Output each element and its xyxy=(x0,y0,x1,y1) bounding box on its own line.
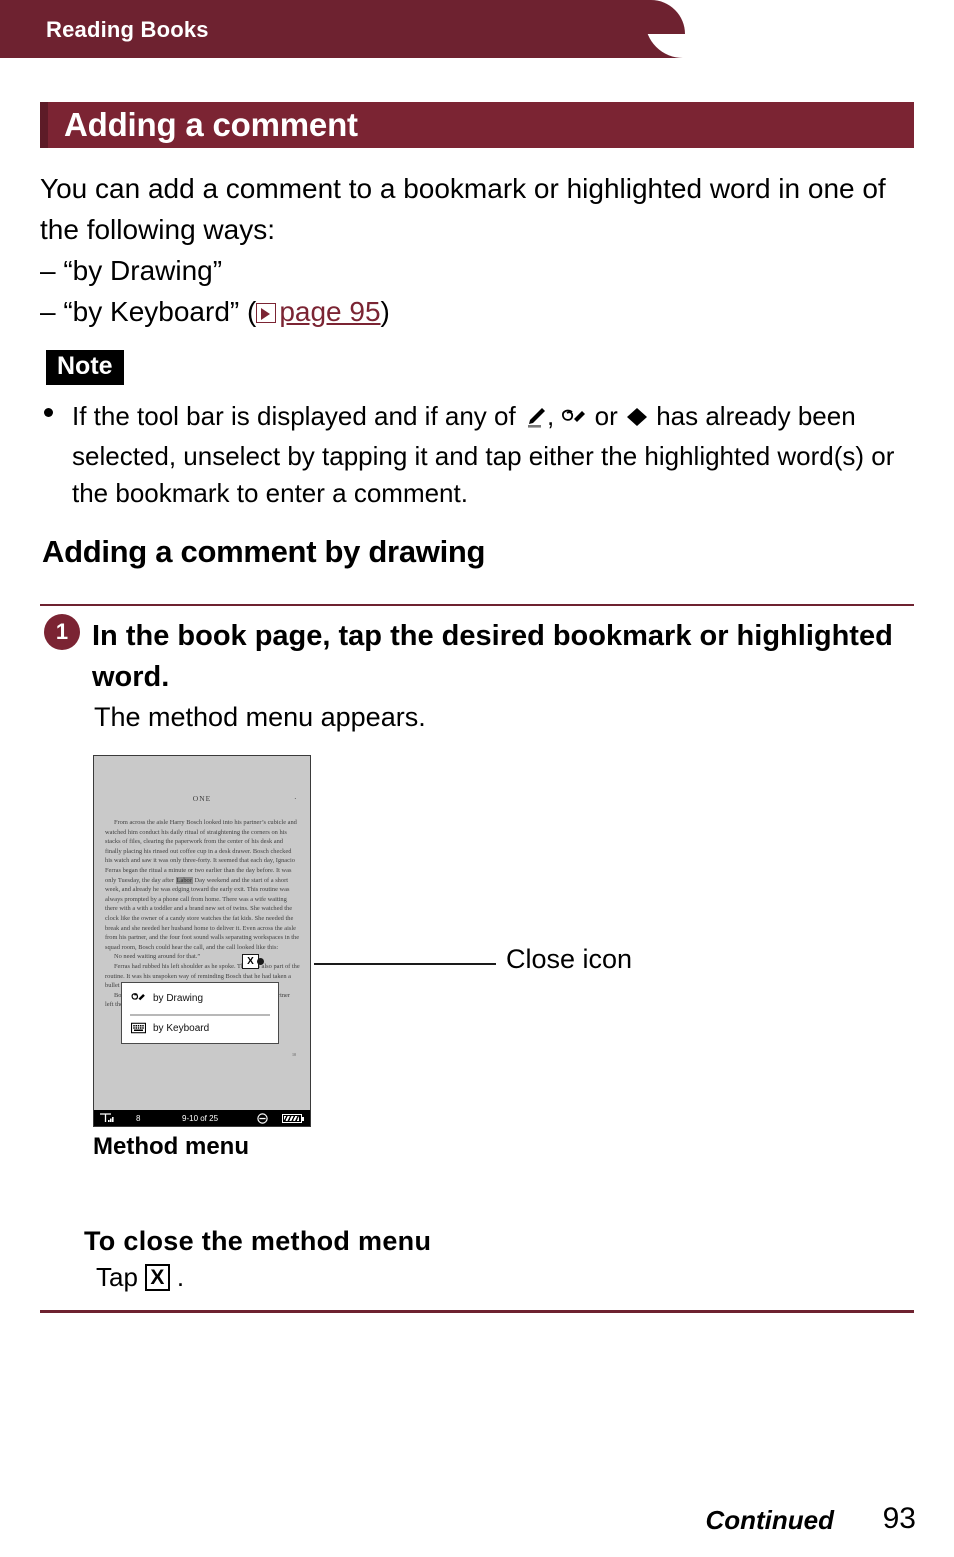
chapter-label: Reading Books xyxy=(46,17,209,42)
device-status-bar: 8 9-10 of 25 xyxy=(94,1110,310,1126)
step-number-badge: 1 xyxy=(44,614,80,650)
note-bullet-icon xyxy=(44,408,53,417)
note-icon-sep-1: , xyxy=(546,401,562,431)
method-menu-item-by-keyboard-label: by Keyboard xyxy=(153,1022,210,1034)
note-text-before-icons: If the tool bar is displayed and if any … xyxy=(72,401,523,431)
step-title: In the book page, tap the desired bookma… xyxy=(92,620,893,693)
device-page-range: 9-10 of 25 xyxy=(182,1113,219,1123)
callout-label-close-icon: Close icon xyxy=(506,944,633,974)
footer-continued-label: Continued xyxy=(705,1505,834,1535)
manual-page: Reading Books Adding a comment You can a… xyxy=(0,0,954,1557)
callout-anchor-dot xyxy=(257,958,264,965)
intro-option-keyboard: – “by Keyboard” ( page 95) xyxy=(40,291,920,332)
device-paragraph-1: From across the aisle Harry Bosch looked… xyxy=(105,818,300,952)
note-body: If the tool bar is displayed and if any … xyxy=(44,398,920,512)
method-menu-item-by-drawing-label: by Drawing xyxy=(153,992,204,1004)
step-subtitle: The method menu appears. xyxy=(94,702,426,732)
callout-leader-line xyxy=(314,963,496,965)
to-close-instruction-suffix: . xyxy=(176,1262,185,1292)
signal-strength-icon xyxy=(99,1113,115,1125)
device-highlighted-word[interactable]: Labor xyxy=(175,876,193,884)
intro-paragraph: You can add a comment to a bookmark or h… xyxy=(40,173,886,245)
battery-icon xyxy=(282,1114,304,1125)
highlighter-pen-icon xyxy=(523,401,547,438)
intro-block: You can add a comment to a bookmark or h… xyxy=(40,168,920,332)
device-paragraph-2: No need waiting around for that.” xyxy=(114,953,201,961)
divider-top xyxy=(40,604,914,606)
section-title-bar: Adding a comment xyxy=(40,102,914,148)
intro-option-drawing: – “by Drawing” xyxy=(40,255,223,286)
divider-bottom xyxy=(40,1310,914,1313)
device-bookmark-count: 8 xyxy=(136,1113,141,1123)
header-tab-shape xyxy=(645,0,954,58)
page-title: Adding a comment xyxy=(64,106,358,143)
page-reference-arrow-icon xyxy=(256,303,277,323)
intro-option-keyboard-suffix: ) xyxy=(380,296,390,327)
method-menu-item-by-keyboard[interactable]: by Keyboard xyxy=(122,1013,278,1043)
footer-page-number: 93 xyxy=(882,1502,916,1535)
device-page-marker-top: • xyxy=(294,796,296,801)
intro-option-keyboard-prefix: – “by Keyboard” ( xyxy=(40,296,257,327)
note-icon-sep-2: or xyxy=(587,401,625,431)
close-key-icon: X xyxy=(144,1264,170,1291)
device-page-marker-bottom: 10 xyxy=(292,1052,296,1057)
method-menu-item-by-drawing[interactable]: by Drawing xyxy=(122,983,278,1013)
device-chapter-heading: ONE xyxy=(192,794,212,803)
device-book-page: ONE • From across the aisle Harry Bosch … xyxy=(94,756,310,1096)
minus-circle-icon[interactable] xyxy=(257,1113,268,1126)
to-close-instruction: Tap X . xyxy=(96,1262,184,1293)
device-paragraph-1a: From across the aisle Harry Bosch looked… xyxy=(105,819,297,884)
page-header: Reading Books xyxy=(0,0,954,58)
to-close-instruction-prefix: Tap xyxy=(96,1262,138,1292)
to-close-heading: To close the method menu xyxy=(84,1226,432,1256)
keyboard-icon xyxy=(130,1022,147,1034)
method-menu-popup: by Drawing by Keyboard xyxy=(121,982,279,1044)
device-paragraph-1b: Day weekend and the start of a short wee… xyxy=(105,876,300,951)
figure-caption: Method menu xyxy=(93,1133,249,1160)
drawing-pen-icon xyxy=(131,992,146,1004)
note-text: If the tool bar is displayed and if any … xyxy=(44,398,920,512)
page-95-link[interactable]: page 95 xyxy=(279,296,380,327)
note-badge: Note xyxy=(46,350,124,385)
subsection-heading: Adding a comment by drawing xyxy=(42,534,486,569)
eraser-icon xyxy=(625,401,649,438)
device-screenshot: ONE • From across the aisle Harry Bosch … xyxy=(93,755,311,1127)
drawing-pen-icon xyxy=(561,401,587,438)
